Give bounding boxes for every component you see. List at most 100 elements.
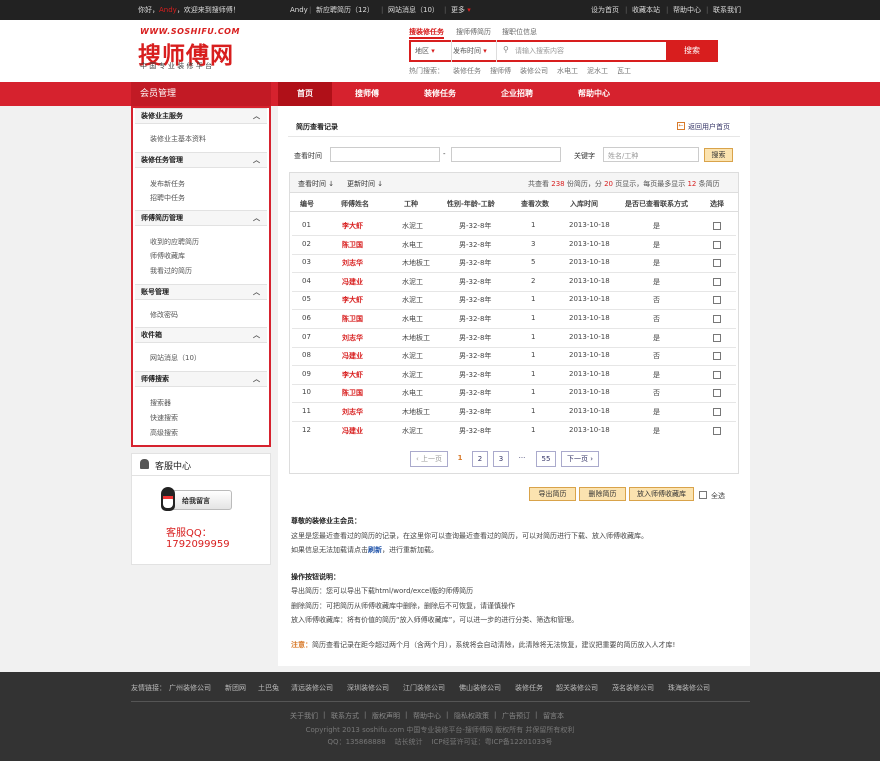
master-name[interactable]: 冯建业 — [342, 277, 363, 287]
row-checkbox[interactable] — [713, 277, 721, 286]
hot-link[interactable]: 搜师傅 — [490, 67, 511, 75]
help-link[interactable]: 帮助中心 — [673, 0, 701, 20]
master-name[interactable]: 刘志华 — [342, 333, 363, 343]
footer-link[interactable]: 版权声明 — [372, 711, 400, 721]
sidebar-item[interactable]: 高级搜索 — [150, 428, 178, 438]
export-resume-button[interactable]: 导出简历 — [529, 487, 576, 501]
nav-search-master[interactable]: 搜师傅 — [340, 82, 394, 106]
back-link[interactable]: 返回用户首页 — [688, 122, 730, 132]
contact-link[interactable]: 联系我们 — [713, 0, 741, 20]
sidebar-section-title[interactable]: 师傅搜索 ︿ — [135, 371, 267, 387]
sidebar-section-title[interactable]: 账号管理 ︿ — [135, 284, 267, 300]
page-current[interactable]: 1 — [453, 451, 467, 467]
sidebar-item[interactable]: 网站消息（10） — [150, 353, 201, 363]
row-checkbox[interactable] — [713, 389, 721, 398]
sort-view-time[interactable]: 查看时间 ↓ — [298, 179, 334, 189]
page-link[interactable]: 2 — [472, 451, 488, 467]
new-resume-link[interactable]: 新应聘简历（12） — [316, 0, 374, 20]
date-start-input[interactable] — [330, 147, 440, 162]
hot-link[interactable]: 水电工 — [557, 67, 578, 75]
more-menu[interactable]: 更多 ▾ — [451, 0, 471, 20]
row-checkbox[interactable] — [713, 259, 721, 268]
friend-link[interactable]: 土巴兔 — [258, 683, 279, 693]
add-to-library-button[interactable]: 放入师傅收藏库 — [629, 487, 694, 501]
row-checkbox[interactable] — [713, 240, 721, 249]
hot-link[interactable]: 装修任务 — [453, 67, 481, 75]
master-name[interactable]: 冯建业 — [342, 351, 363, 361]
friend-link[interactable]: 清远装修公司 — [291, 683, 333, 693]
search-input[interactable]: 请输入搜索内容 — [515, 46, 564, 56]
footer-link[interactable]: 留言本 — [543, 711, 564, 721]
sidebar-item[interactable]: 招聘中任务 — [150, 193, 185, 203]
sidebar-section-title[interactable]: 收件箱 ︿ — [135, 327, 267, 343]
favorite-link[interactable]: 收藏本站 — [632, 0, 660, 20]
master-name[interactable]: 李大虾 — [342, 295, 363, 305]
master-name[interactable]: 刘志华 — [342, 407, 363, 417]
friend-link[interactable]: 深圳装修公司 — [347, 683, 389, 693]
footer-link[interactable]: 广告预订 — [502, 711, 530, 721]
row-checkbox[interactable] — [713, 222, 721, 230]
friend-link[interactable]: 佛山装修公司 — [459, 683, 501, 693]
page-link[interactable]: 3 — [493, 451, 509, 467]
nav-home[interactable]: 首页 — [278, 82, 332, 106]
tab-search-jobs[interactable]: 搜职位信息 — [502, 27, 537, 37]
sidebar-section-title[interactable]: 装修业主服务 ︿ — [135, 108, 267, 124]
date-end-input[interactable] — [451, 147, 561, 162]
search-button[interactable]: 搜索 — [666, 40, 718, 62]
hot-link[interactable]: 装修公司 — [520, 67, 548, 75]
friend-link[interactable]: 江门装修公司 — [403, 683, 445, 693]
row-checkbox[interactable] — [713, 370, 721, 379]
nav-help[interactable]: 帮助中心 — [564, 82, 624, 106]
time-select[interactable]: 发布时间 ▾ — [453, 46, 487, 56]
master-name[interactable]: 陈卫国 — [342, 388, 363, 398]
sidebar-item[interactable]: 发布新任务 — [150, 179, 185, 189]
nav-recruit[interactable]: 企业招聘 — [487, 82, 547, 106]
row-checkbox[interactable] — [713, 426, 721, 435]
sidebar-item[interactable]: 快速搜索 — [150, 413, 178, 423]
master-name[interactable]: 刘志华 — [342, 258, 363, 268]
refresh-link[interactable]: 刷新 — [368, 546, 382, 554]
sidebar-item[interactable]: 装修业主基本资料 — [150, 134, 206, 144]
user-link[interactable]: Andy — [290, 0, 308, 20]
footer-link[interactable]: 帮助中心 — [413, 711, 441, 721]
hot-link[interactable]: 瓦工 — [617, 67, 631, 75]
leave-message-button[interactable]: 给我留言 — [161, 487, 232, 511]
row-checkbox[interactable] — [713, 352, 721, 361]
tab-search-tasks[interactable]: 搜装修任务 — [409, 27, 444, 39]
footer-link[interactable]: 联系方式 — [331, 711, 359, 721]
master-name[interactable]: 陈卫国 — [342, 240, 363, 250]
hot-link[interactable]: 泥水工 — [587, 67, 608, 75]
sidebar-item[interactable]: 搜索器 — [150, 398, 171, 408]
sidebar-item[interactable]: 师傅收藏库 — [150, 251, 185, 261]
friend-link[interactable]: 新团网 — [225, 683, 246, 693]
friend-link[interactable]: 广州装修公司 — [169, 683, 211, 693]
prev-page-button[interactable]: ‹ 上一页 — [410, 451, 448, 467]
tab-search-resumes[interactable]: 搜师傅简历 — [456, 27, 491, 37]
master-name[interactable]: 李大虾 — [342, 221, 363, 231]
filter-search-button[interactable]: 搜索 — [704, 148, 733, 162]
row-checkbox[interactable] — [713, 408, 721, 416]
sidebar-item[interactable]: 收到的应聘简历 — [150, 237, 199, 247]
delete-resume-button[interactable]: 删除简历 — [579, 487, 626, 501]
sidebar-item[interactable]: 我看过的简历 — [150, 266, 192, 276]
master-name[interactable]: 陈卫国 — [342, 314, 363, 324]
nav-tasks[interactable]: 装修任务 — [410, 82, 470, 106]
keyword-input[interactable]: 姓名/工种 — [603, 147, 699, 162]
sidebar-section-title[interactable]: 装修任务管理 ︿ — [135, 152, 267, 168]
master-name[interactable]: 冯建业 — [342, 426, 363, 436]
sidebar-item[interactable]: 修改密码 — [150, 310, 178, 320]
friend-link[interactable]: 装修任务 — [515, 683, 543, 693]
sidebar-section-title[interactable]: 师傅简历管理 ︿ — [135, 210, 267, 226]
sort-update-time[interactable]: 更新时间 ↓ — [347, 179, 383, 189]
next-page-button[interactable]: 下一页 › — [561, 451, 599, 467]
master-name[interactable]: 李大虾 — [342, 370, 363, 380]
row-checkbox[interactable] — [713, 296, 721, 305]
greeting-user[interactable]: Andy — [159, 6, 177, 14]
row-checkbox[interactable] — [713, 315, 721, 323]
page-link[interactable]: 55 — [536, 451, 556, 467]
friend-link[interactable]: 韶关装修公司 — [556, 683, 598, 693]
friend-link[interactable]: 茂名装修公司 — [612, 683, 654, 693]
region-select[interactable]: 地区 ▾ — [415, 46, 435, 56]
footer-link[interactable]: 关于我们 — [290, 711, 318, 721]
footer-link[interactable]: 隐私权政策 — [454, 711, 489, 721]
